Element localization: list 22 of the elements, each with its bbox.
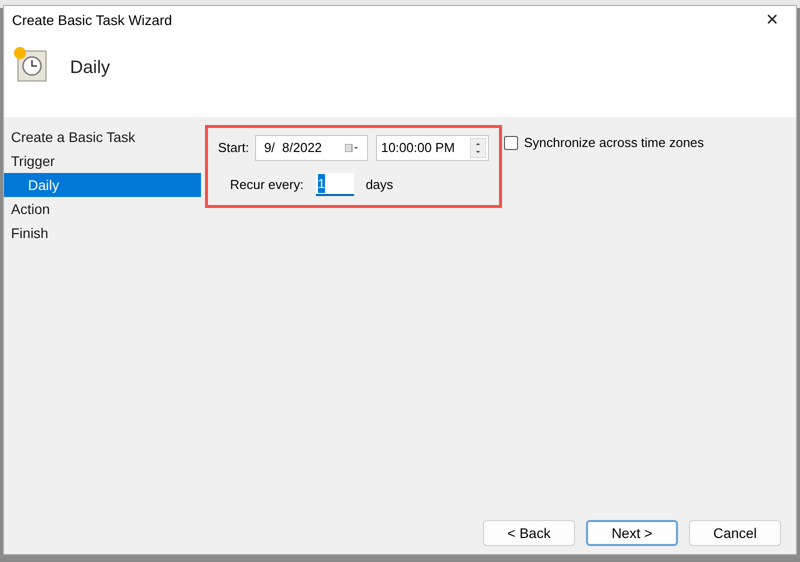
calendar-dropdown-icon xyxy=(345,144,360,152)
window-title: Create Basic Task Wizard xyxy=(12,11,172,30)
wizard-step[interactable]: Trigger xyxy=(4,149,201,173)
time-spinner[interactable]: 10:00:00 PM xyxy=(376,135,489,161)
wizard-step[interactable]: Action xyxy=(4,197,201,221)
wizard-button[interactable]: Cancel xyxy=(689,520,781,546)
wizard-step[interactable]: Create a Basic Task xyxy=(4,125,201,149)
wizard-step[interactable]: Finish xyxy=(4,221,201,245)
days-label: days xyxy=(366,176,394,194)
close-button[interactable]: ✕ xyxy=(760,8,784,32)
recur-input[interactable]: 1 xyxy=(316,173,354,196)
checkbox[interactable] xyxy=(504,136,518,150)
wizard-button[interactable]: Next > xyxy=(586,520,678,546)
sync-checkbox[interactable]: Synchronize across time zones xyxy=(504,133,704,152)
start-label: Start: xyxy=(218,139,250,158)
page-title: Daily xyxy=(70,56,110,79)
recur-label: Recur every: xyxy=(230,176,304,194)
spin-arrows-icon xyxy=(470,138,486,158)
clock-icon xyxy=(12,45,48,83)
wizard-button[interactable]: < Back xyxy=(483,520,575,546)
date-picker[interactable]: 9/ 8/2022 xyxy=(255,135,368,161)
wizard-step[interactable]: Daily xyxy=(4,173,201,197)
